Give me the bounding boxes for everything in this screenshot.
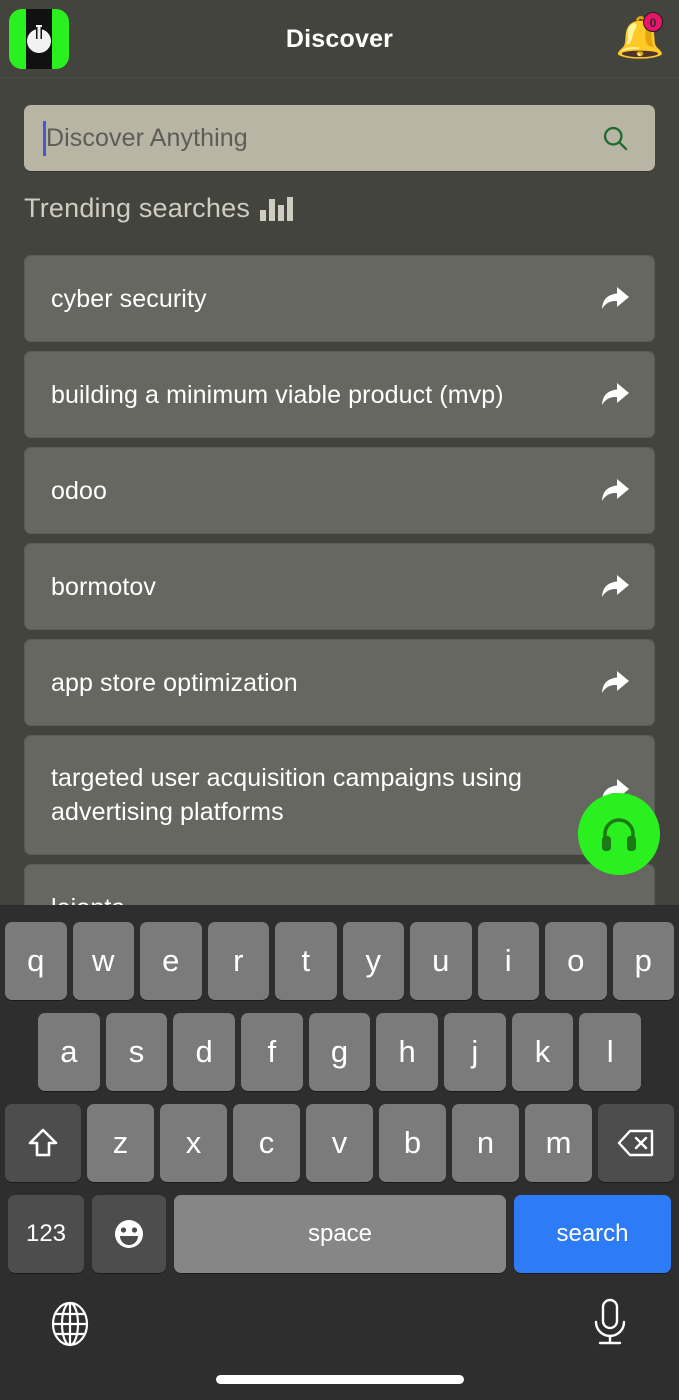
share-arrow-icon[interactable] [600,574,630,600]
trending-title: Trending searches [24,193,251,223]
key-q[interactable]: q [5,922,67,1000]
key-v[interactable]: v [306,1104,373,1182]
key-n[interactable]: n [452,1104,519,1182]
share-arrow-icon[interactable] [600,382,630,408]
key-w[interactable]: w [72,922,134,1000]
key-a[interactable]: a [37,1013,100,1091]
share-arrow-icon[interactable] [600,670,630,696]
numbers-key[interactable]: 123 [8,1195,84,1273]
trending-item-label: bormotov [51,572,157,601]
keyboard-row-1: q w e r t y u i o p [0,922,679,1000]
list-item[interactable]: targeted user acquisition campaigns usin… [24,735,655,855]
trending-item-label: app store optimization [51,668,298,697]
list-item[interactable]: building a minimum viable product (mvp) [24,351,655,438]
app-header: Discover 🔔 0 [0,0,679,78]
emoji-key[interactable] [92,1195,166,1273]
trending-item-label: building a minimum viable product (mvp) [51,380,504,409]
key-h[interactable]: h [376,1013,439,1091]
emoji-smiley-icon [115,1220,143,1248]
key-e[interactable]: e [140,922,202,1000]
virtual-keyboard[interactable]: q w e r t y u i o p a s d f g h j k l z … [0,905,679,1285]
key-j[interactable]: j [444,1013,506,1091]
home-indicator [215,1375,464,1384]
keyboard-bottom-bar [0,1285,679,1400]
language-globe-button[interactable] [44,1298,96,1355]
discover-screen: Discover 🔔 0 Discover Anything Trending … [0,0,679,1400]
key-u[interactable]: u [410,922,472,1000]
backspace-icon [617,1129,654,1157]
keyboard-row-4: 123 space search [0,1195,679,1273]
space-key[interactable]: space [174,1195,506,1273]
search-key[interactable]: search [514,1195,671,1273]
backspace-key[interactable] [598,1104,674,1182]
notification-badge: 0 [643,12,663,32]
key-x[interactable]: x [160,1104,227,1182]
shift-key[interactable] [5,1104,81,1182]
key-d[interactable]: d [173,1013,235,1091]
key-t[interactable]: t [275,922,337,1000]
key-y[interactable]: y [342,922,404,1000]
key-z[interactable]: z [87,1104,154,1182]
key-p[interactable]: p [612,922,674,1000]
key-i[interactable]: i [477,922,539,1000]
trending-item-label: odoo [51,476,108,505]
key-s[interactable]: s [105,1013,168,1091]
globe-icon [51,1301,89,1347]
dictation-button[interactable] [585,1295,635,1356]
key-f[interactable]: f [241,1013,303,1091]
search-bar[interactable]: Discover Anything [24,105,655,171]
bar-chart-icon [260,194,294,221]
key-m[interactable]: m [525,1104,592,1182]
text-cursor [43,121,46,156]
key-r[interactable]: r [207,922,269,1000]
search-icon[interactable] [601,124,629,152]
audio-fab-button[interactable] [578,793,660,875]
share-arrow-icon[interactable] [600,286,630,312]
list-item[interactable]: cyber security [24,255,655,342]
share-arrow-icon[interactable] [600,478,630,504]
list-item[interactable]: odoo [24,447,655,534]
trending-section-header: Trending searches [24,193,679,224]
headphones-icon [602,818,636,851]
key-o[interactable]: o [545,922,607,1000]
keyboard-row-2: a s d f g h j k l [0,1013,679,1091]
key-l[interactable]: l [579,1013,642,1091]
page-title: Discover [285,25,394,53]
microphone-icon [594,1298,626,1345]
key-c[interactable]: c [233,1104,300,1182]
notifications-button[interactable]: 🔔 0 [611,12,665,66]
trending-item-label: targeted user acquisition campaigns usin… [51,764,523,826]
key-k[interactable]: k [511,1013,574,1091]
list-item[interactable]: app store optimization [24,639,655,726]
key-g[interactable]: g [308,1013,371,1091]
key-b[interactable]: b [379,1104,446,1182]
trending-item-label: cyber security [51,284,207,313]
shift-arrow-icon [28,1128,58,1157]
list-item[interactable]: bormotov [24,543,655,630]
keyboard-row-3: z x c v b n m [0,1104,679,1182]
search-input[interactable]: Discover Anything [46,124,248,153]
